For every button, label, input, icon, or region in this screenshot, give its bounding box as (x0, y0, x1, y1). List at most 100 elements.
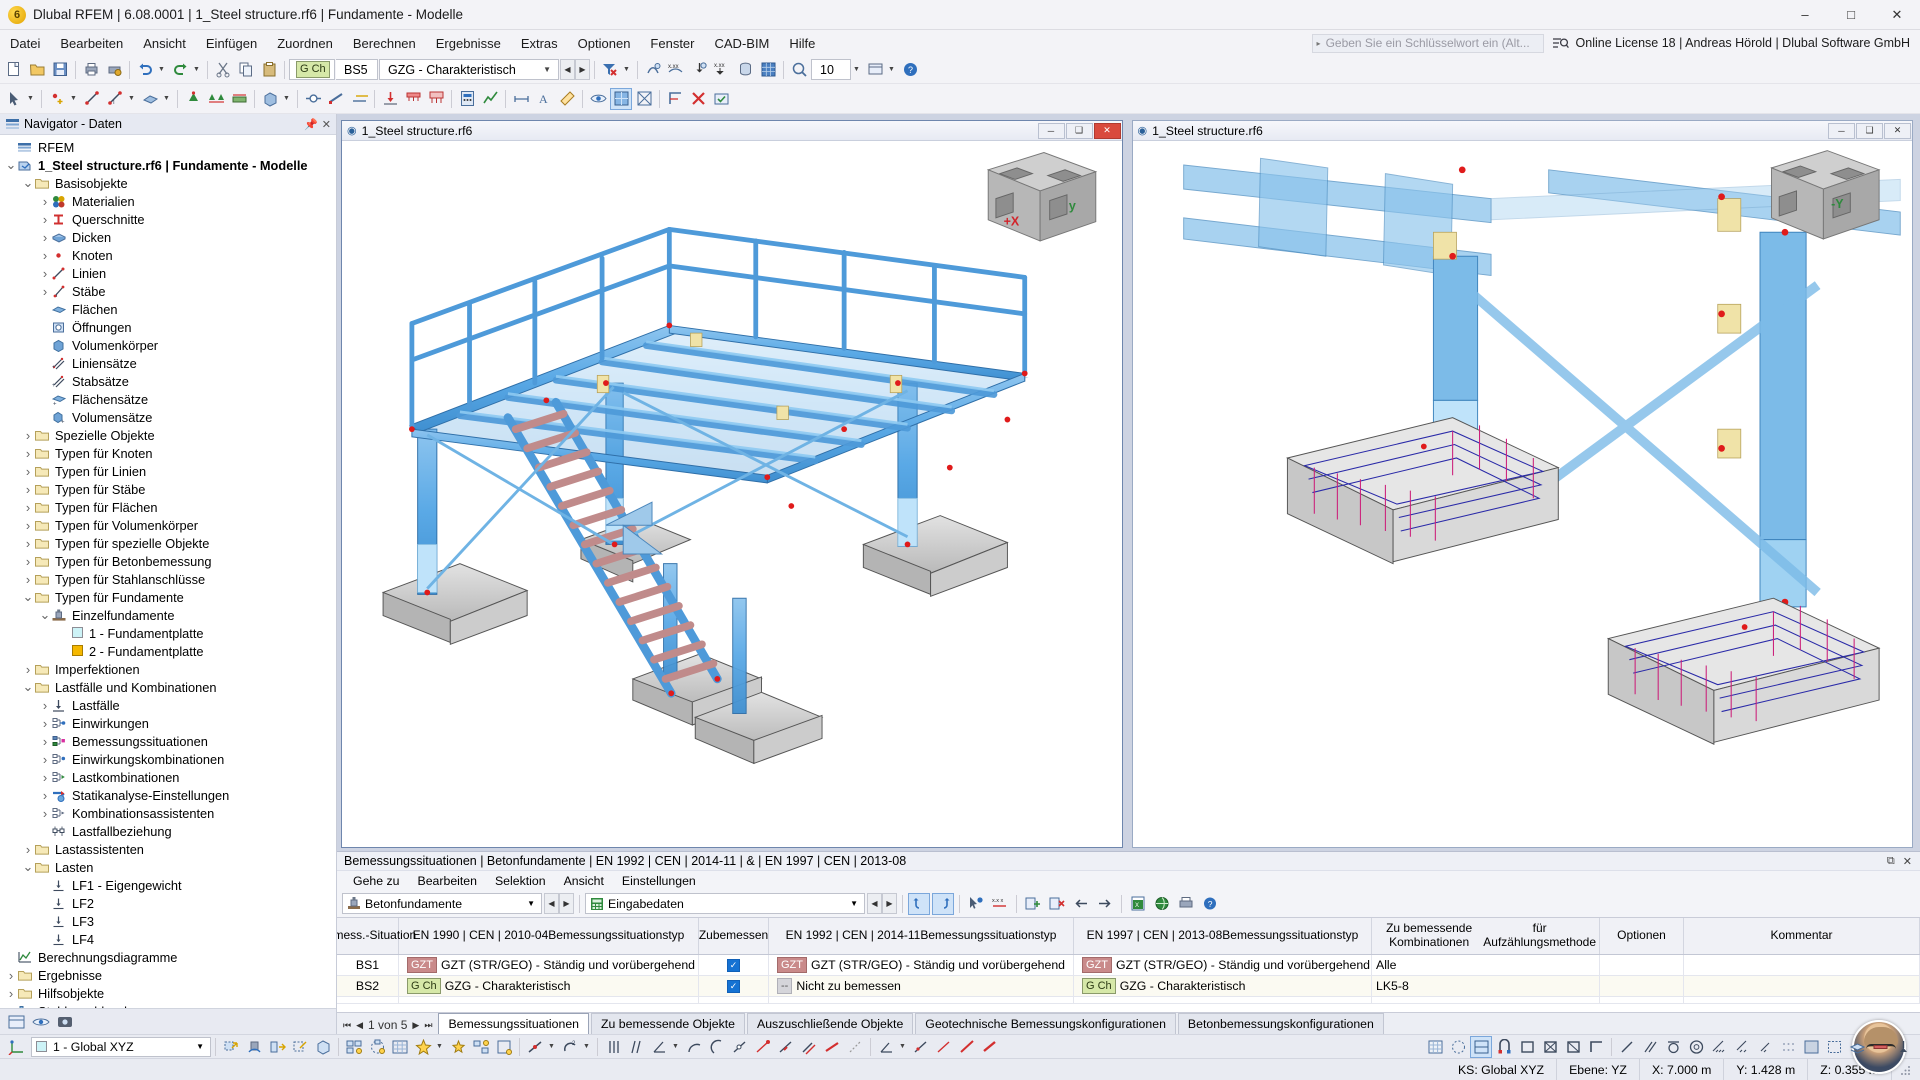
prev-page-icon[interactable]: ◀ (356, 1020, 363, 1031)
module-prev-icon[interactable]: ◀ (544, 893, 559, 914)
coordinate-system-select[interactable]: 1 - Global XYZ ▼ (31, 1036, 211, 1057)
menu-datei[interactable]: Datei (0, 33, 50, 54)
cell-en1992[interactable]: -- Nicht zu bemessen (769, 976, 1074, 996)
model-view-window-2[interactable]: ◉ 1_Steel structure.rf6 ─ ❑ ✕ -Y (1131, 120, 1913, 848)
connect-icon[interactable]: 2 (559, 1036, 581, 1058)
menu-cad-bim[interactable]: CAD-BIM (705, 33, 780, 54)
view2-close-button[interactable]: ✕ (1884, 122, 1911, 139)
grid-column-header[interactable]: Optionen (1600, 918, 1684, 954)
redo-dropdown-icon[interactable]: ▼ (192, 59, 203, 81)
tree-expand-icon[interactable]: › (21, 662, 35, 677)
new-line-icon[interactable] (81, 88, 103, 110)
array-polar-icon[interactable] (366, 1036, 388, 1058)
tree-item[interactable]: + Stabsätze (0, 372, 336, 390)
tree-expand-icon[interactable]: › (38, 734, 52, 749)
new-member-icon[interactable]: I (104, 88, 126, 110)
tree-item[interactable]: › Dicken (0, 228, 336, 246)
view-cross2-icon[interactable] (1562, 1036, 1584, 1058)
move-copy-icon[interactable] (220, 1036, 242, 1058)
table-row[interactable] (337, 997, 1920, 1004)
cell-optionen[interactable] (1600, 976, 1684, 996)
section-view-icon[interactable] (664, 88, 686, 110)
tree-item[interactable]: › Ergebnisse (0, 966, 336, 984)
table-menu-einstellungen[interactable]: Einstellungen (613, 873, 705, 889)
model-check-icon[interactable] (710, 88, 732, 110)
menu-berechnen[interactable]: Berechnen (343, 33, 426, 54)
cell-optionen[interactable] (1600, 955, 1684, 975)
snap-endpoint-icon[interactable] (1616, 1036, 1638, 1058)
star-dropdown-icon[interactable]: ▼ (435, 1036, 446, 1058)
tree-item[interactable]: LF4 (0, 930, 336, 948)
numeric-format-icon[interactable]: x.x x (989, 893, 1011, 915)
cell-situation[interactable]: BS2 (337, 976, 399, 996)
snap-perp-icon[interactable] (1731, 1036, 1753, 1058)
tree-item[interactable]: › Einwirkungen (0, 714, 336, 732)
tree-item[interactable]: 1 - Fundamentplatte (0, 624, 336, 642)
zu-bemessen-checkbox[interactable]: ✓ (727, 958, 740, 972)
cell-en1990[interactable]: GZT GZT (STR/GEO) - Ständig und vorüberge… (399, 955, 699, 975)
copy-icon[interactable] (235, 59, 257, 81)
tree-expand-icon[interactable]: › (38, 770, 52, 785)
redo-table-icon[interactable] (932, 892, 954, 915)
arc-icon[interactable] (683, 1036, 705, 1058)
table-menu-bearbeiten[interactable]: Bearbeiten (409, 873, 486, 889)
grid-pager[interactable]: ⏮ ◀ 1 von 5 ▶ ⏭ (341, 1018, 438, 1034)
split-dropdown-icon[interactable]: ▼ (547, 1036, 558, 1058)
close-button[interactable]: ✕ (1874, 0, 1920, 30)
next-page-icon[interactable]: ▶ (412, 1020, 419, 1031)
tree-item[interactable]: Volumenkörper (0, 336, 336, 354)
delete-icon[interactable] (687, 88, 709, 110)
tab-betonbemessungskonfigurationen[interactable]: Betonbemessungskonfigurationen (1177, 1013, 1384, 1034)
select-in-graphic-icon[interactable] (965, 893, 987, 915)
line-extend-icon[interactable] (956, 1036, 978, 1058)
results-icon[interactable] (479, 88, 501, 110)
export-excel-icon[interactable]: X (1127, 893, 1149, 915)
tree-expand-icon[interactable]: › (21, 572, 35, 587)
new-file-icon[interactable] (3, 59, 25, 81)
surface-load-icon[interactable] (425, 88, 447, 110)
grid-column-header[interactable]: Kommentar (1684, 918, 1920, 954)
undo-dropdown-icon[interactable]: ▼ (157, 59, 168, 81)
tree-item[interactable]: Öffnungen (0, 318, 336, 336)
data-next-icon[interactable]: ▶ (882, 893, 897, 914)
tab-zu-bemessende-objekte[interactable]: Zu bemessende Objekte (591, 1013, 745, 1034)
cell-situation[interactable]: BS1 (337, 955, 399, 975)
view-dropdown-icon[interactable]: ▼ (887, 59, 898, 81)
surface-dropdown-icon[interactable]: ▼ (162, 88, 173, 110)
next-case-icon[interactable]: ▶ (575, 59, 590, 80)
node-dropdown-icon[interactable]: ▼ (69, 88, 80, 110)
first-page-icon[interactable]: ⏮ (343, 1020, 351, 1031)
cell-kommentar[interactable] (1684, 955, 1920, 975)
tree-item[interactable]: + Volumensätze (0, 408, 336, 426)
tree-item[interactable]: ⌄ Lastfälle und Kombinationen (0, 678, 336, 696)
tree-item[interactable]: › Bemessungssituationen (0, 732, 336, 750)
open-file-icon[interactable] (26, 59, 48, 81)
measure-icon[interactable] (556, 88, 578, 110)
view-ortho-toggle-icon[interactable] (1470, 1035, 1492, 1058)
angle-icon[interactable] (648, 1036, 670, 1058)
tree-item[interactable]: › Lastfälle (0, 696, 336, 714)
delete-row-icon[interactable] (1046, 893, 1068, 915)
view-box-select-icon[interactable] (1516, 1036, 1538, 1058)
menu-ansicht[interactable]: Ansicht (133, 33, 196, 54)
menu-extras[interactable]: Extras (511, 33, 568, 54)
scale-icon[interactable] (289, 1036, 311, 1058)
calculate-icon[interactable] (456, 88, 478, 110)
tree-item[interactable]: › Einwirkungskombinationen (0, 750, 336, 768)
prev-case-icon[interactable]: ◀ (560, 59, 575, 80)
member-dropdown-icon[interactable]: ▼ (127, 88, 138, 110)
tree-item[interactable]: 2 - Fundamentplatte (0, 642, 336, 660)
numeric-values-icon[interactable]: x.xx (665, 59, 687, 81)
tree-item[interactable]: › Knoten (0, 246, 336, 264)
view1-close-button[interactable]: ✕ (1093, 122, 1121, 139)
tree-collapse-icon[interactable]: ⌄ (38, 608, 52, 621)
line-load-icon[interactable] (402, 88, 424, 110)
line-delete-icon[interactable] (979, 1036, 1001, 1058)
cell-kombinationen[interactable]: LK5-8 (1372, 976, 1600, 996)
navigator-pin-icon[interactable]: 📌 (304, 118, 318, 131)
line-trim-icon[interactable] (933, 1036, 955, 1058)
view-cross-select-icon[interactable] (1539, 1036, 1561, 1058)
minimize-button[interactable]: – (1782, 0, 1828, 30)
tree-expand-icon[interactable]: › (38, 248, 52, 263)
member-taper-icon[interactable] (821, 1036, 843, 1058)
